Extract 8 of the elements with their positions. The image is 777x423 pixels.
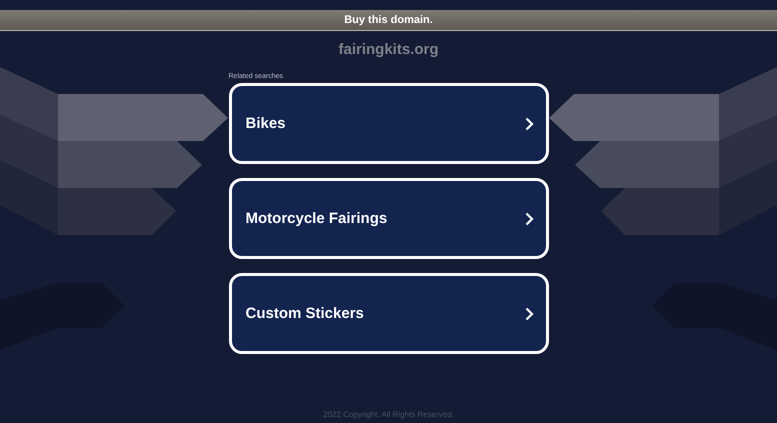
chevron-right-icon <box>524 116 534 130</box>
related-search-link[interactable]: Bikes <box>228 83 548 164</box>
chevron-right-icon <box>524 306 534 320</box>
chevron-right-icon <box>524 212 534 226</box>
related-search-link[interactable]: Motorcycle Fairings <box>228 178 548 259</box>
buy-domain-link[interactable]: Buy this domain. <box>0 10 777 31</box>
domain-name: fairingkits.org <box>338 41 438 58</box>
related-search-link[interactable]: Custom Stickers <box>228 273 548 354</box>
